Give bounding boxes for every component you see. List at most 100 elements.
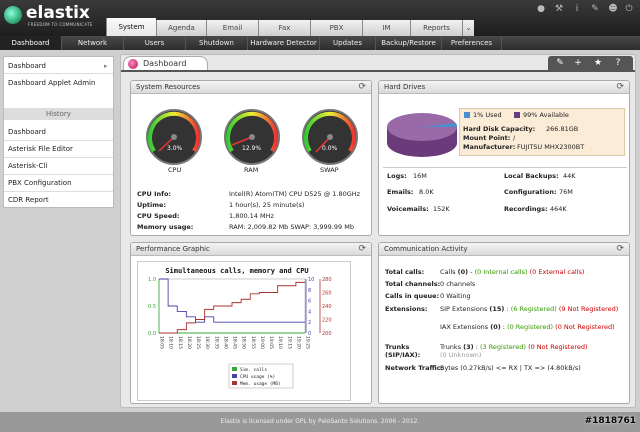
- external-calls: (0 External calls): [529, 268, 585, 276]
- ram-gauge: [224, 109, 280, 165]
- refresh-icon[interactable]: ⟳: [358, 81, 366, 94]
- history-item-asterisk-cli[interactable]: Asterisk-Cli: [8, 162, 47, 170]
- watermark: #1818761: [584, 416, 636, 426]
- logs-label: Logs:: [387, 172, 407, 180]
- chart-series: [159, 278, 305, 334]
- tab-reports[interactable]: Reports: [410, 20, 462, 36]
- x-tick-label: 19:15: [286, 336, 292, 349]
- subnav-network[interactable]: Network: [62, 36, 124, 50]
- network-traffic-value: Bytes (0.27kB/s) <= RX | TX => (4.80kB/s…: [440, 364, 581, 372]
- disk-info-box: 1% Used 99% Available Hard Disk Capacity…: [459, 108, 625, 156]
- tab-im[interactable]: IM: [362, 20, 410, 36]
- tab-pbx[interactable]: PBX: [310, 20, 362, 36]
- available-swatch: [514, 112, 520, 118]
- trunks-unknown: (0 Unknown): [440, 351, 482, 359]
- x-ticks: 18:05 18:10 18:15 18:20 18:25 18:30 18:35 18:40…: [159, 336, 311, 349]
- x-tick-label: 18:40: [222, 336, 228, 349]
- subnav-updates[interactable]: Updates: [320, 36, 376, 50]
- voicemails-label: Voicemails:: [387, 205, 429, 213]
- sidebar-item-dashboard[interactable]: Dashboard: [8, 62, 46, 70]
- subnav-dashboard[interactable]: Dashboard: [0, 36, 62, 50]
- legend-entry: CPU usage (%): [240, 374, 275, 380]
- uptime-label: Uptime:: [137, 201, 167, 209]
- wrench-icon[interactable]: ⚒: [554, 3, 564, 15]
- logo-name: elastix: [26, 3, 90, 23]
- calls-count: (0): [457, 268, 469, 276]
- help-icon[interactable]: ?: [612, 57, 624, 69]
- x-tick-label: 18:35: [213, 336, 219, 349]
- page-title-tab: Dashboard: [123, 56, 208, 71]
- subnav-hardware-detector[interactable]: Hardware Detector: [248, 36, 320, 50]
- cpu-info-value: Intel(R) Atom(TM) CPU D525 @ 1.80GHz: [229, 190, 361, 198]
- y-right2-tick-label: 220: [322, 318, 332, 324]
- history-item-cdr-report[interactable]: CDR Report: [8, 196, 49, 204]
- star-icon[interactable]: ★: [592, 57, 604, 69]
- trunks-label: Trunks (SIP/IAX):: [385, 343, 421, 359]
- iax-registered: (0 Registered): [507, 323, 554, 331]
- iax-not-registered: (0 Not Registered): [555, 323, 615, 331]
- history-header: History: [4, 108, 113, 120]
- subnav-shutdown[interactable]: Shutdown: [186, 36, 248, 50]
- x-tick-label: 18:55: [250, 336, 256, 349]
- emails-value: 8.0K: [419, 188, 434, 196]
- cpu-gauge: [146, 109, 202, 165]
- history-item-dashboard[interactable]: Dashboard: [8, 128, 46, 136]
- subnav-preferences[interactable]: Preferences: [442, 36, 502, 50]
- sip-registered: (6 Registered): [510, 305, 557, 313]
- refresh-icon[interactable]: ⟳: [616, 81, 624, 94]
- divider: [4, 174, 113, 175]
- iax-extensions: IAX Extensions (0) : (0 Registered) (0 N…: [440, 323, 615, 331]
- history-item-asterisk-file-editor[interactable]: Asterisk File Editor: [8, 145, 73, 153]
- refresh-icon[interactable]: ⟳: [358, 243, 366, 256]
- sidebar-item-arrow-icon: ▸: [104, 62, 108, 70]
- tabs-more-chevron-icon[interactable]: ⌄: [462, 20, 474, 36]
- uptime-value: 1 hour(s), 25 minute(s): [229, 201, 305, 209]
- used-swatch: [464, 112, 470, 118]
- performance-panel: Performance Graphic ⟳ Simultaneous calls,…: [130, 242, 372, 404]
- info-icon[interactable]: i: [572, 3, 582, 15]
- trunks-count: (3): [463, 343, 474, 351]
- y-right1-tick-label: 10: [308, 277, 314, 283]
- tab-agenda[interactable]: Agenda: [156, 20, 206, 36]
- total-calls-label: Total calls:: [385, 268, 425, 276]
- local-backups-label: Local Backups:: [504, 172, 559, 180]
- x-tick-label: 18:50: [241, 336, 247, 349]
- iax-count: (0): [490, 323, 501, 331]
- legend-swatch: [232, 367, 237, 371]
- recordings-label: Recordings:: [504, 205, 548, 213]
- power-icon[interactable]: ⏻: [624, 3, 634, 15]
- sidebar-item-applet-admin[interactable]: Dashboard Applet Admin: [8, 79, 95, 87]
- calls-in-queue-label: Calls in queue:: [385, 292, 440, 300]
- tab-fax[interactable]: Fax: [258, 20, 310, 36]
- divider: [383, 167, 627, 168]
- x-tick-label: 19:05: [268, 336, 274, 349]
- cpu-gauge-label: CPU: [168, 166, 182, 174]
- system-resources-panel: System Resources ⟳ 3.0% 12.9% 0.0% CPU RA…: [130, 80, 372, 236]
- panel-header: Performance Graphic ⟳: [131, 243, 371, 256]
- memory-usage-label: Memory usage:: [137, 223, 194, 231]
- droplet-icon[interactable]: ●: [536, 3, 546, 15]
- x-tick-label: 19:00: [259, 336, 265, 349]
- history-item-pbx-configuration[interactable]: PBX Configuration: [8, 179, 72, 187]
- add-applet-icon[interactable]: +: [572, 57, 584, 69]
- memory-usage-value: RAM: 2,009.82 Mb SWAP: 3,999.99 Mb: [229, 223, 354, 231]
- subnav-backup-restore[interactable]: Backup/Restore: [376, 36, 442, 50]
- edit-icon[interactable]: ✎: [590, 3, 600, 15]
- user-icon[interactable]: ☻: [608, 3, 618, 15]
- y-left-tick-label: 0.0: [148, 331, 156, 337]
- edit-icon[interactable]: ✎: [554, 57, 566, 69]
- y-right2-tick-label: 200: [322, 331, 332, 337]
- chart-axes: 0.00.51.00246810200220240260280: [148, 277, 332, 337]
- trunks-value: Trunks (3) : (3 Registered) (0 Not Regis…: [440, 343, 588, 351]
- voicemails-value: 152K: [433, 205, 450, 213]
- tab-email[interactable]: Email: [206, 20, 258, 36]
- trunks-not-registered: (0 Not Registered): [528, 343, 588, 351]
- subnav-users[interactable]: Users: [124, 36, 186, 50]
- x-tick-label: 18:25: [195, 336, 201, 349]
- sip-not-registered: (9 Not Registered): [558, 305, 619, 313]
- refresh-icon[interactable]: ⟳: [616, 243, 624, 256]
- elastix-logo[interactable]: elastix FREEDOM TO COMMUNICATE: [4, 3, 116, 31]
- tab-system[interactable]: System: [106, 18, 156, 36]
- panel-header: Communication Activity ⟳: [379, 243, 629, 256]
- total-channels-label: Total channels:: [385, 280, 441, 288]
